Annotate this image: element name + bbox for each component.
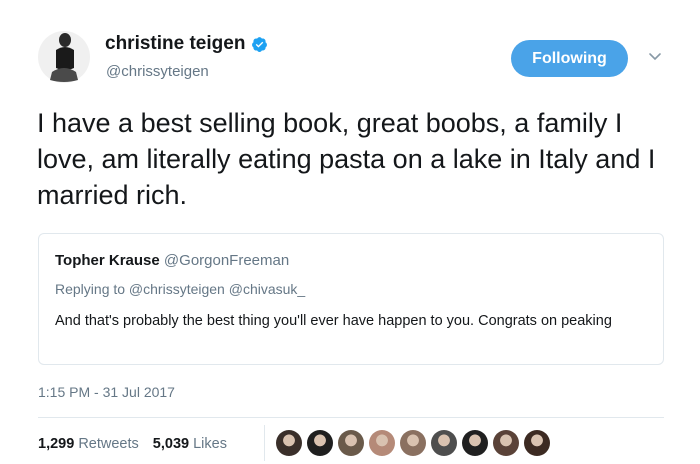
quoted-author-handle: @GorgonFreeman [163, 252, 290, 269]
liker-avatar[interactable] [524, 430, 550, 456]
verified-badge-icon [252, 36, 268, 52]
liker-avatar[interactable] [493, 430, 519, 456]
likes-label: Likes [193, 436, 227, 452]
retweets-count: 1,299 [38, 436, 75, 452]
liker-avatar[interactable] [431, 430, 457, 456]
author-handle[interactable]: @chrissyteigen [106, 63, 209, 80]
tweet-text: I have a best selling book, great boobs,… [37, 108, 656, 210]
retweets-stat[interactable]: 1,299 Retweets [38, 436, 139, 452]
quoted-tweet-text: And that's probably the best thing you'l… [55, 313, 612, 329]
stats-separator [264, 425, 265, 461]
tweet-timestamp[interactable]: 1:15 PM - 31 Jul 2017 [38, 384, 175, 400]
author-name-row[interactable]: christine teigen [105, 33, 268, 55]
retweets-label: Retweets [78, 436, 139, 452]
liker-avatar[interactable] [276, 430, 302, 456]
quoted-tweet-header: Topher Krause @GorgonFreeman [55, 252, 289, 269]
author-name[interactable]: christine teigen [105, 33, 245, 55]
following-button[interactable]: Following [511, 40, 628, 77]
likes-count: 5,039 [152, 436, 190, 452]
liker-avatar[interactable] [307, 430, 333, 456]
quoted-replying-to: Replying to @chrissyteigen @chivasuk_ [55, 281, 306, 297]
chevron-down-icon[interactable] [648, 52, 662, 62]
tweet-stats: 1,299 Retweets 5,039 Likes [38, 436, 227, 452]
liker-avatar[interactable] [338, 430, 364, 456]
divider [38, 417, 664, 418]
liker-avatar[interactable] [462, 430, 488, 456]
profile-photo-icon[interactable] [38, 28, 90, 86]
liker-avatar[interactable] [400, 430, 426, 456]
likes-stat[interactable]: 5,039 Likes [153, 436, 227, 452]
liker-avatars [276, 430, 550, 456]
quoted-tweet[interactable]: Topher Krause @GorgonFreeman Replying to… [38, 233, 664, 365]
liker-avatar[interactable] [369, 430, 395, 456]
quoted-author-name: Topher Krause [55, 252, 160, 269]
